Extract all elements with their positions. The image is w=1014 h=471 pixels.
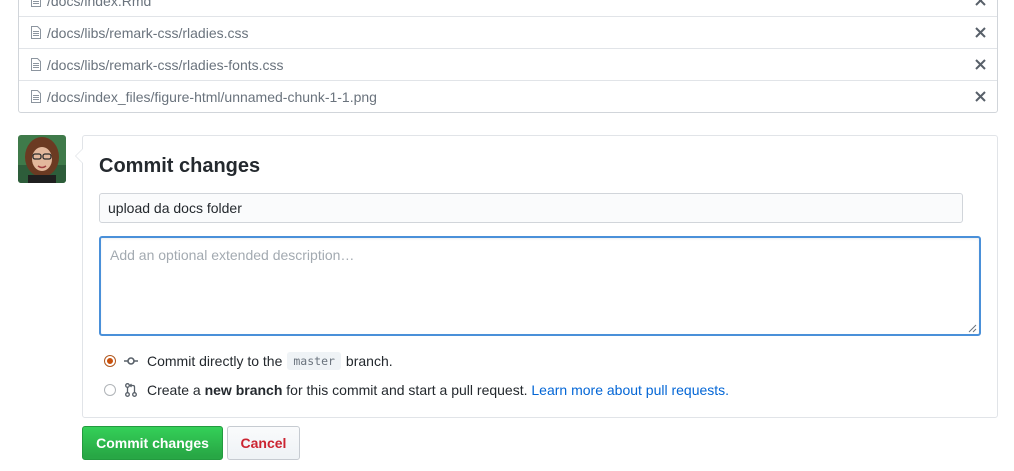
remove-file-button[interactable] <box>973 89 987 103</box>
file-row: /docs/libs/remark-css/rladies-fonts.css <box>19 48 997 80</box>
new-branch-option[interactable]: Create a new branch for this commit and … <box>104 382 729 398</box>
file-row: /docs/libs/remark-css/rladies.css <box>19 16 997 48</box>
file-icon <box>31 58 41 71</box>
cancel-button[interactable]: Cancel <box>227 426 300 460</box>
commit-page: /docs/index.Rmd /docs/libs/remark-css/rl… <box>0 0 1014 471</box>
commit-directly-option[interactable]: Commit directly to the master branch. <box>104 352 393 370</box>
pointer-arrow-fill <box>76 149 83 163</box>
close-icon <box>974 90 986 102</box>
file-row: /docs/index_files/figure-html/unnamed-ch… <box>19 80 997 112</box>
branch-name: master <box>287 352 341 370</box>
file-path: /docs/index.Rmd <box>47 0 152 9</box>
close-icon <box>974 26 986 38</box>
commit-description-input[interactable] <box>99 236 981 336</box>
file-icon <box>31 90 41 103</box>
remove-file-button[interactable] <box>973 0 987 7</box>
avatar <box>18 135 66 183</box>
close-icon <box>974 58 986 70</box>
commit-form: Commit changes Commit directly to the ma… <box>75 135 998 418</box>
commit-directly-prefix: Commit directly to the <box>147 353 283 369</box>
file-path: /docs/index_files/figure-html/unnamed-ch… <box>47 88 377 105</box>
git-pull-request-icon <box>123 383 139 397</box>
avatar-image <box>18 135 66 183</box>
git-commit-icon <box>123 354 139 368</box>
file-icon <box>31 0 41 7</box>
close-icon <box>974 0 986 6</box>
commit-summary-input[interactable] <box>99 193 963 223</box>
learn-more-pull-requests-link[interactable]: Learn more about pull requests. <box>531 382 729 398</box>
resize-grip-icon[interactable] <box>968 324 977 333</box>
file-row: /docs/index.Rmd <box>19 0 997 16</box>
remove-file-button[interactable] <box>973 57 987 71</box>
file-path: /docs/libs/remark-css/rladies.css <box>47 24 249 41</box>
commit-directly-radio[interactable] <box>104 355 116 367</box>
commit-heading: Commit changes <box>99 155 261 177</box>
new-branch-prefix: Create a <box>147 382 201 398</box>
file-path: /docs/libs/remark-css/rladies-fonts.css <box>47 56 284 73</box>
new-branch-bold-text: new branch <box>204 382 283 398</box>
uploaded-file-list: /docs/index.Rmd /docs/libs/remark-css/rl… <box>18 0 998 113</box>
file-icon <box>31 26 41 39</box>
commit-directly-suffix: branch. <box>345 353 393 369</box>
commit-changes-button[interactable]: Commit changes <box>82 426 223 460</box>
new-branch-radio[interactable] <box>104 384 116 396</box>
new-branch-suffix: for this commit and start a pull request… <box>286 382 528 398</box>
remove-file-button[interactable] <box>973 25 987 39</box>
